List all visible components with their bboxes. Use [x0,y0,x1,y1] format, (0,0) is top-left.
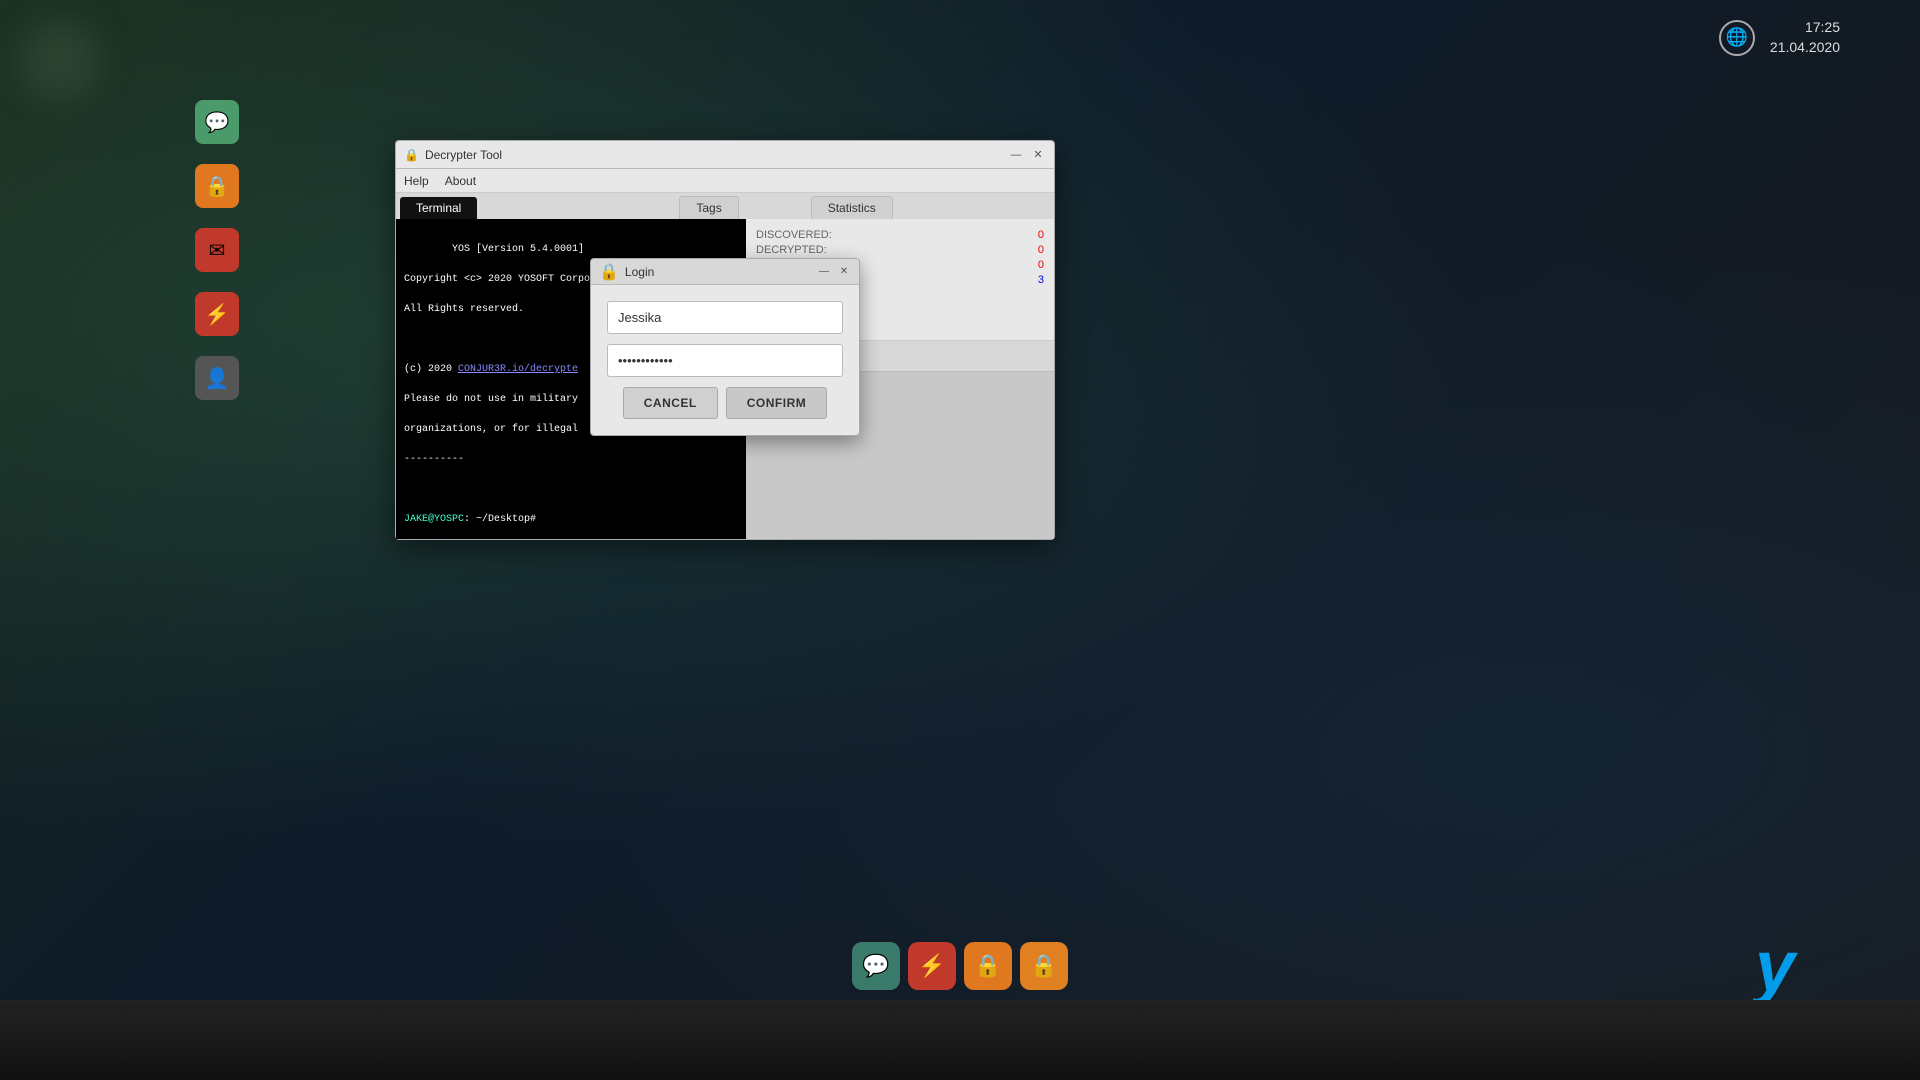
decoration-blur [20,20,100,100]
terminal-path: : ~/Desktop# [464,514,536,525]
time-text: 17:25 [1770,18,1840,38]
dialog-close-button[interactable]: ✕ [837,265,851,279]
terminal-link: CONJUR3R.io/decrypte [458,364,578,375]
window-titlebar: 🔒 Decrypter Tool — ✕ [396,141,1054,169]
terminal-line5: (c) 2020 CONJUR3R.io/decrypte [404,364,578,375]
dialog-minimize-button[interactable]: — [817,265,831,279]
sidebar: 💬 🔒 ✉ ⚡ 👤 [195,100,239,400]
terminal-line6: Please do not use in military [404,394,578,405]
date-text: 21.04.2020 [1770,38,1840,58]
taskbar-zap-icon[interactable]: ⚡ [908,942,956,990]
username-input[interactable] [607,301,843,334]
svg-text:y: y [1752,927,1799,1006]
tab-terminal[interactable]: Terminal [400,197,477,219]
globe-icon[interactable]: 🌐 [1719,20,1755,56]
terminal-line7: organizations, or for illegal [404,424,578,435]
dialog-title: Login [625,265,811,279]
taskbar-chat-icon[interactable]: 💬 [852,942,900,990]
dialog-titlebar: 🔒 Login — ✕ [591,259,859,285]
taskbar-lock2-icon[interactable]: 🔒 [1020,942,1068,990]
laptop-bezel-bottom [0,1000,1920,1080]
tab-tags[interactable]: Tags [679,196,738,219]
terminal-prompt: JAKE@YOSPC [404,514,464,525]
dialog-body: CANCEL CONFIRM [591,285,859,435]
window-lock-icon: 🔒 [404,148,419,162]
menu-help[interactable]: Help [404,174,429,188]
topbar: 🌐 17:25 21.04.2020 [1719,18,1840,57]
sidebar-chat-icon[interactable]: 💬 [195,100,239,144]
restored-value: 0 [1038,259,1044,271]
sidebar-user-icon[interactable]: 👤 [195,356,239,400]
sidebar-zap-icon[interactable]: ⚡ [195,292,239,336]
taskbar-lock1-icon[interactable]: 🔒 [964,942,1012,990]
menu-bar: Help About [396,169,1054,193]
decrypted-value: 0 [1038,244,1044,256]
window-close-button[interactable]: ✕ [1030,147,1046,163]
stat-decrypted: DECRYPTED: 0 [756,244,1044,256]
window-minimize-button[interactable]: — [1008,147,1024,163]
terminal-separator: ---------- [404,454,464,465]
terminal-line1: YOS [Version 5.4.0001] [452,244,584,255]
taskbar: 💬 ⚡ 🔒 🔒 [852,942,1068,990]
terminal-line3: All Rights reserved. [404,304,524,315]
sidebar-mail-icon[interactable]: ✉ [195,228,239,272]
sidebar-lock-icon[interactable]: 🔒 [195,164,239,208]
opened-value: 3 [1038,274,1044,286]
clock-display: 17:25 21.04.2020 [1770,18,1840,57]
decrypted-label: DECRYPTED: [756,244,827,256]
tab-bar: Terminal Tags Statistics [396,193,1054,219]
stat-discovered: DISCOVERED: 0 [756,229,1044,241]
dialog-buttons: CANCEL CONFIRM [607,387,843,419]
dialog-lock-icon: 🔒 [599,262,619,282]
discovered-value: 0 [1038,229,1044,241]
confirm-button[interactable]: CONFIRM [726,387,828,419]
tab-statistics[interactable]: Statistics [811,196,893,219]
login-dialog: 🔒 Login — ✕ CANCEL CONFIRM [590,258,860,436]
password-input[interactable] [607,344,843,377]
cancel-button[interactable]: CANCEL [623,387,718,419]
menu-about[interactable]: About [445,174,476,188]
discovered-label: DISCOVERED: [756,229,832,241]
window-title: Decrypter Tool [425,148,1002,162]
